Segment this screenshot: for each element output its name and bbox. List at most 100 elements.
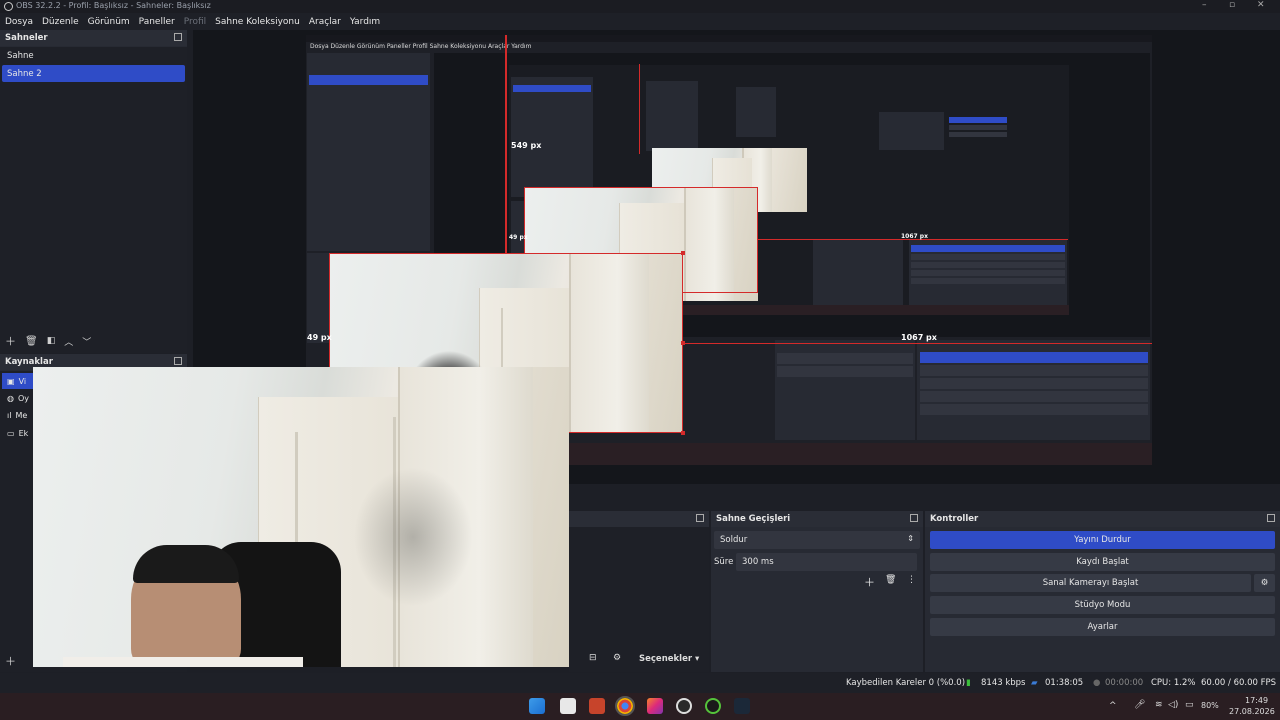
steam-icon[interactable]: [734, 698, 750, 714]
obs-icon[interactable]: [676, 698, 692, 714]
app-icon[interactable]: [589, 698, 605, 714]
file-explorer-icon[interactable]: [560, 698, 576, 714]
guide-line: [505, 35, 507, 253]
transitions-dock-title: Sahne Geçişleri: [716, 514, 791, 524]
windows-start-icon[interactable]: [529, 698, 545, 714]
more-icon[interactable]: ⋮: [907, 575, 916, 585]
stream-time: 01:38:05: [1045, 678, 1084, 688]
transition-select[interactable]: Soldur ⇕: [714, 531, 920, 549]
guide-line: [639, 64, 640, 154]
shirt: [63, 657, 303, 667]
maximize-button[interactable]: ▫: [1229, 0, 1235, 10]
studio-mode-button[interactable]: Stüdyo Modu: [930, 596, 1275, 614]
undock-icon[interactable]: [1267, 514, 1275, 522]
chevron-up-icon[interactable]: ︿: [64, 335, 73, 348]
transitions-dock-header: Sahne Geçişleri: [711, 511, 923, 527]
gear-icon: ⚙: [1260, 578, 1269, 588]
source-label: Me: [15, 410, 28, 420]
menu-profil[interactable]: Profil: [184, 17, 206, 27]
chrome-icon[interactable]: [615, 696, 635, 716]
transitions-dock: Sahne Geçişleri Soldur ⇕ Süre 300 ms ＋ 🗑…: [711, 511, 923, 672]
menu-paneller[interactable]: Paneller: [139, 17, 175, 27]
add-icon[interactable]: ＋: [5, 653, 16, 669]
guide-size-label: 49 px: [307, 333, 332, 342]
undock-icon[interactable]: [910, 514, 918, 522]
display-icon: ▭: [7, 428, 15, 438]
microphone-icon[interactable]: 🎤︎: [1134, 700, 1145, 710]
menu-gorunum[interactable]: Görünüm: [88, 17, 130, 27]
duration-value: 300 ms: [742, 557, 774, 567]
battery-icon[interactable]: ▭: [1185, 700, 1194, 710]
windows-taskbar: ^ 🎤︎ ≋ ◁) ▭ 80% 17:49 27.08.2026: [0, 693, 1280, 720]
scene-item-selected[interactable]: Sahne 2: [2, 65, 185, 82]
settings-button[interactable]: Ayarlar: [930, 618, 1275, 636]
record-icon: ●: [1093, 678, 1101, 688]
add-icon[interactable]: ＋: [5, 333, 16, 349]
dropped-frames: Kaybedilen Kareler 0 (%0.0): [846, 678, 966, 688]
trash-icon[interactable]: 🗑: [885, 575, 896, 585]
menu-duzenle[interactable]: Düzenle: [42, 17, 79, 27]
scenes-dock-header: Sahneler: [0, 30, 187, 46]
controls-dock-title: Kontroller: [930, 514, 979, 524]
guide-size-label: 1067 px: [901, 333, 937, 342]
record-time: 00:00:00: [1105, 678, 1144, 688]
resize-handle[interactable]: [681, 251, 685, 255]
guide-size-label: 49 px: [509, 234, 528, 241]
instagram-icon[interactable]: [647, 698, 663, 714]
trash-icon[interactable]: 🗑: [25, 336, 38, 347]
fps: 60.00 / 60.00 FPS: [1201, 678, 1277, 688]
scenes-dock: Sahneler Sahne Sahne 2 ＋ 🗑 ◧ ︿ ﹀: [0, 30, 187, 353]
stop-streaming-button[interactable]: Yayını Durdur: [930, 531, 1275, 549]
app-icon[interactable]: [705, 698, 721, 714]
virtual-camera-settings-button[interactable]: ⚙: [1254, 574, 1275, 592]
clock-time[interactable]: 17:49: [1245, 696, 1268, 705]
gamepad-icon: ◍: [7, 393, 14, 403]
resize-handle[interactable]: [681, 431, 685, 435]
duration-label: Süre: [714, 557, 734, 567]
duration-field[interactable]: 300 ms: [736, 553, 917, 571]
gear-icon[interactable]: ⚙: [613, 653, 621, 663]
undock-icon[interactable]: [174, 33, 182, 41]
menu-araclar[interactable]: Araçlar: [309, 17, 341, 27]
chevron-updown-icon: ⇕: [907, 534, 914, 543]
menu-dosya[interactable]: Dosya: [5, 17, 33, 27]
scenes-list: Sahne Sahne 2: [0, 47, 187, 353]
start-virtual-camera-button[interactable]: Sanal Kamerayı Başlat: [930, 574, 1251, 592]
window-title: OBS 32.2.2 - Profil: Başlıksız - Sahnele…: [16, 1, 211, 10]
mixer-options-button[interactable]: Seçenekler ▾: [639, 654, 699, 664]
cpu-usage: CPU: 1.2%: [1151, 678, 1196, 688]
webcam-preview-overlay: [33, 367, 569, 667]
transition-select-value: Soldur: [720, 535, 748, 545]
undock-icon[interactable]: [696, 514, 704, 522]
close-button[interactable]: ✕: [1257, 0, 1265, 10]
headphones: [133, 545, 239, 583]
status-bar: Kaybedilen Kareler 0 (%0.0) ▮ 8143 kbps …: [0, 673, 1280, 693]
filter-icon[interactable]: ◧: [47, 336, 56, 346]
undock-icon[interactable]: [174, 357, 182, 365]
add-icon[interactable]: ＋: [864, 574, 875, 590]
mixer-dock-header: [569, 511, 709, 527]
source-label: Vi: [18, 376, 27, 386]
chevron-up-icon[interactable]: ^: [1109, 701, 1117, 711]
volume-icon[interactable]: ◁): [1168, 700, 1178, 710]
obs-logo-icon: [4, 2, 13, 11]
menu-sahne-koleksiyonu[interactable]: Sahne Koleksiyonu: [215, 17, 300, 27]
camera-icon: ▣: [7, 376, 15, 386]
menu-yardim[interactable]: Yardım: [350, 17, 380, 27]
source-label: Oy: [17, 393, 30, 403]
minimize-button[interactable]: –: [1202, 0, 1207, 10]
battery-percent: 80%: [1201, 701, 1219, 710]
start-recording-button[interactable]: Kaydı Başlat: [930, 553, 1275, 571]
mixer-options-label: Seçenekler: [639, 654, 693, 664]
chevron-down-icon[interactable]: ﹀: [82, 335, 91, 348]
guide-size-label: 1067 px: [901, 233, 928, 240]
scene-item[interactable]: Sahne: [2, 47, 185, 64]
controls-dock-header: Kontroller: [925, 511, 1280, 527]
clock-date[interactable]: 27.08.2026: [1229, 707, 1275, 716]
bitrate: 8143 kbps: [981, 678, 1026, 688]
wifi-icon[interactable]: ≋: [1155, 700, 1163, 710]
mixer-layout-icon[interactable]: ⊟: [589, 653, 597, 663]
guide-line: [683, 343, 1152, 344]
audio-mixer-dock: ⊟ ⚙ Seçenekler ▾: [569, 511, 709, 672]
title-bar: OBS 32.2.2 - Profil: Başlıksız - Sahnele…: [0, 0, 1280, 13]
